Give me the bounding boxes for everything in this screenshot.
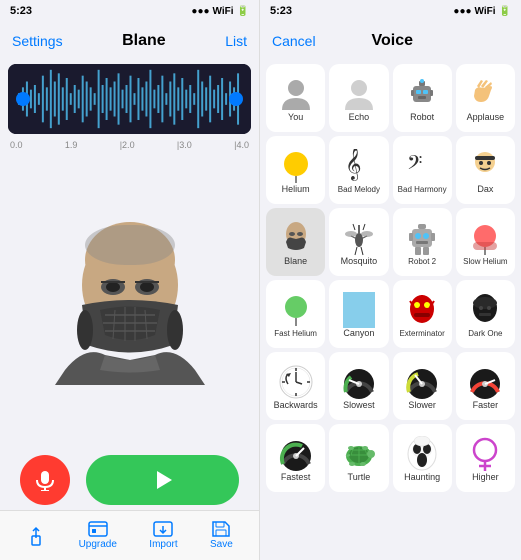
haunting-icon [404,436,440,472]
echo-icon [343,76,375,112]
right-status-icons: ●●● WiFi 🔋 [453,6,511,17]
svg-text:𝄞: 𝄞 [345,149,362,181]
save-icon [211,521,231,537]
slow-helium-icon [471,222,499,256]
play-icon [152,469,174,491]
blane-icon [280,220,312,256]
voice-row-3: Blane Mosquito [266,208,515,276]
character-svg [55,215,205,385]
settings-button[interactable]: Settings [12,33,63,49]
controls-area [0,450,259,510]
faster-gauge-icon [467,364,503,400]
share-icon [26,526,46,546]
upgrade-icon [88,521,108,537]
voice-bad-harmony[interactable]: 𝄢 Bad Harmony [393,136,452,204]
voice-blane[interactable]: Blane [266,208,325,276]
svg-text:𝄢: 𝄢 [407,152,422,179]
mic-icon [34,469,56,491]
character-area [0,150,259,450]
voice-fastest[interactable]: Fastest [266,424,325,492]
dark-one-icon [469,293,501,329]
dax-icon [469,148,501,184]
list-button[interactable]: List [225,33,247,49]
left-time: 5:23 [10,5,32,17]
import-icon [153,521,173,537]
robot2-icon [406,221,438,257]
you-icon [280,76,312,112]
import-label: Import [149,539,177,550]
voice-exterminator[interactable]: Exterminator [393,280,452,348]
voice-row-6: Fastest [266,424,515,492]
right-status-bar: 5:23 ●●● WiFi 🔋 [260,0,521,22]
voice-bad-melody[interactable]: 𝄞 Bad Melody [329,136,388,204]
voice-canyon[interactable]: Canyon [329,280,388,348]
voice-turtle[interactable]: Turtle [329,424,388,492]
applause-icon [469,76,501,112]
voice-row-2: Helium 𝄞 Bad Melody 𝄢 Bad Harmony [266,136,515,204]
voice-row-1: You Echo R [266,64,515,132]
voice-row-4: Fast Helium Canyon [266,280,515,348]
right-nav-bar: Cancel Voice [260,22,521,60]
import-button[interactable]: Import [149,521,177,550]
left-status-bar: 5:23 ●●● WiFi 🔋 [0,0,259,22]
voice-faster[interactable]: Faster [456,352,515,420]
right-panel: 5:23 ●●● WiFi 🔋 Cancel Voice You [260,0,521,560]
waveform-area [8,64,251,134]
voice-you[interactable]: You [266,64,325,132]
left-nav-bar: Settings Blane List [0,22,259,60]
fastest-gauge-icon [278,436,314,472]
turtle-icon [341,436,377,472]
voice-grid: You Echo R [260,60,521,560]
upgrade-label: Upgrade [79,539,117,550]
voice-slower[interactable]: Slower [393,352,452,420]
backwards-icon [278,364,314,400]
fast-helium-icon [280,293,312,329]
waveform-labels: 0.0 1.9 |2.0 |3.0 |4.0 [0,138,259,150]
save-label: Save [210,539,233,550]
robot-icon [406,76,438,112]
slow-helium-icon-container [469,221,501,257]
voice-dax[interactable]: Dax [456,136,515,204]
slowest-gauge-icon [341,364,377,400]
voice-dark-one[interactable]: Dark One [456,280,515,348]
play-button[interactable] [86,455,239,505]
voice-echo[interactable]: Echo [329,64,388,132]
voice-applause[interactable]: Applause [456,64,515,132]
higher-icon [467,436,503,472]
voice-fast-helium[interactable]: Fast Helium [266,280,325,348]
voice-robot[interactable]: Robot [393,64,452,132]
share-button[interactable] [26,526,46,546]
upgrade-button[interactable]: Upgrade [79,521,117,550]
waveform-left-handle[interactable] [16,92,30,106]
record-button[interactable] [20,455,70,505]
slower-gauge-icon [404,364,440,400]
voice-mosquito[interactable]: Mosquito [329,208,388,276]
voice-backwards[interactable]: Backwards [266,352,325,420]
mosquito-icon [343,220,375,256]
voice-slowest[interactable]: Slowest [329,352,388,420]
left-toolbar: Upgrade Import Save [0,510,259,560]
cancel-button[interactable]: Cancel [272,33,316,49]
voice-helium[interactable]: Helium [266,136,325,204]
voice-haunting[interactable]: Haunting [393,424,452,492]
voice-row-5: Backwards Slowest [266,352,515,420]
voice-slow-helium[interactable]: Slow Helium [456,208,515,276]
voice-higher[interactable]: Higher [456,424,515,492]
helium-icon [280,148,312,184]
left-status-icons: ●●● WiFi 🔋 [191,6,249,17]
left-nav-title: Blane [122,32,166,50]
voice-robot2[interactable]: Robot 2 [393,208,452,276]
right-time: 5:23 [270,5,292,17]
left-panel: 5:23 ●●● WiFi 🔋 Settings Blane List [0,0,260,560]
waveform-right-handle[interactable] [229,92,243,106]
bad-harmony-icon: 𝄢 [406,149,438,185]
right-nav-title: Voice [372,32,414,50]
canyon-icon [343,292,375,328]
save-button[interactable]: Save [210,521,233,550]
bad-melody-icon: 𝄞 [343,149,375,185]
exterminator-icon [406,293,438,329]
